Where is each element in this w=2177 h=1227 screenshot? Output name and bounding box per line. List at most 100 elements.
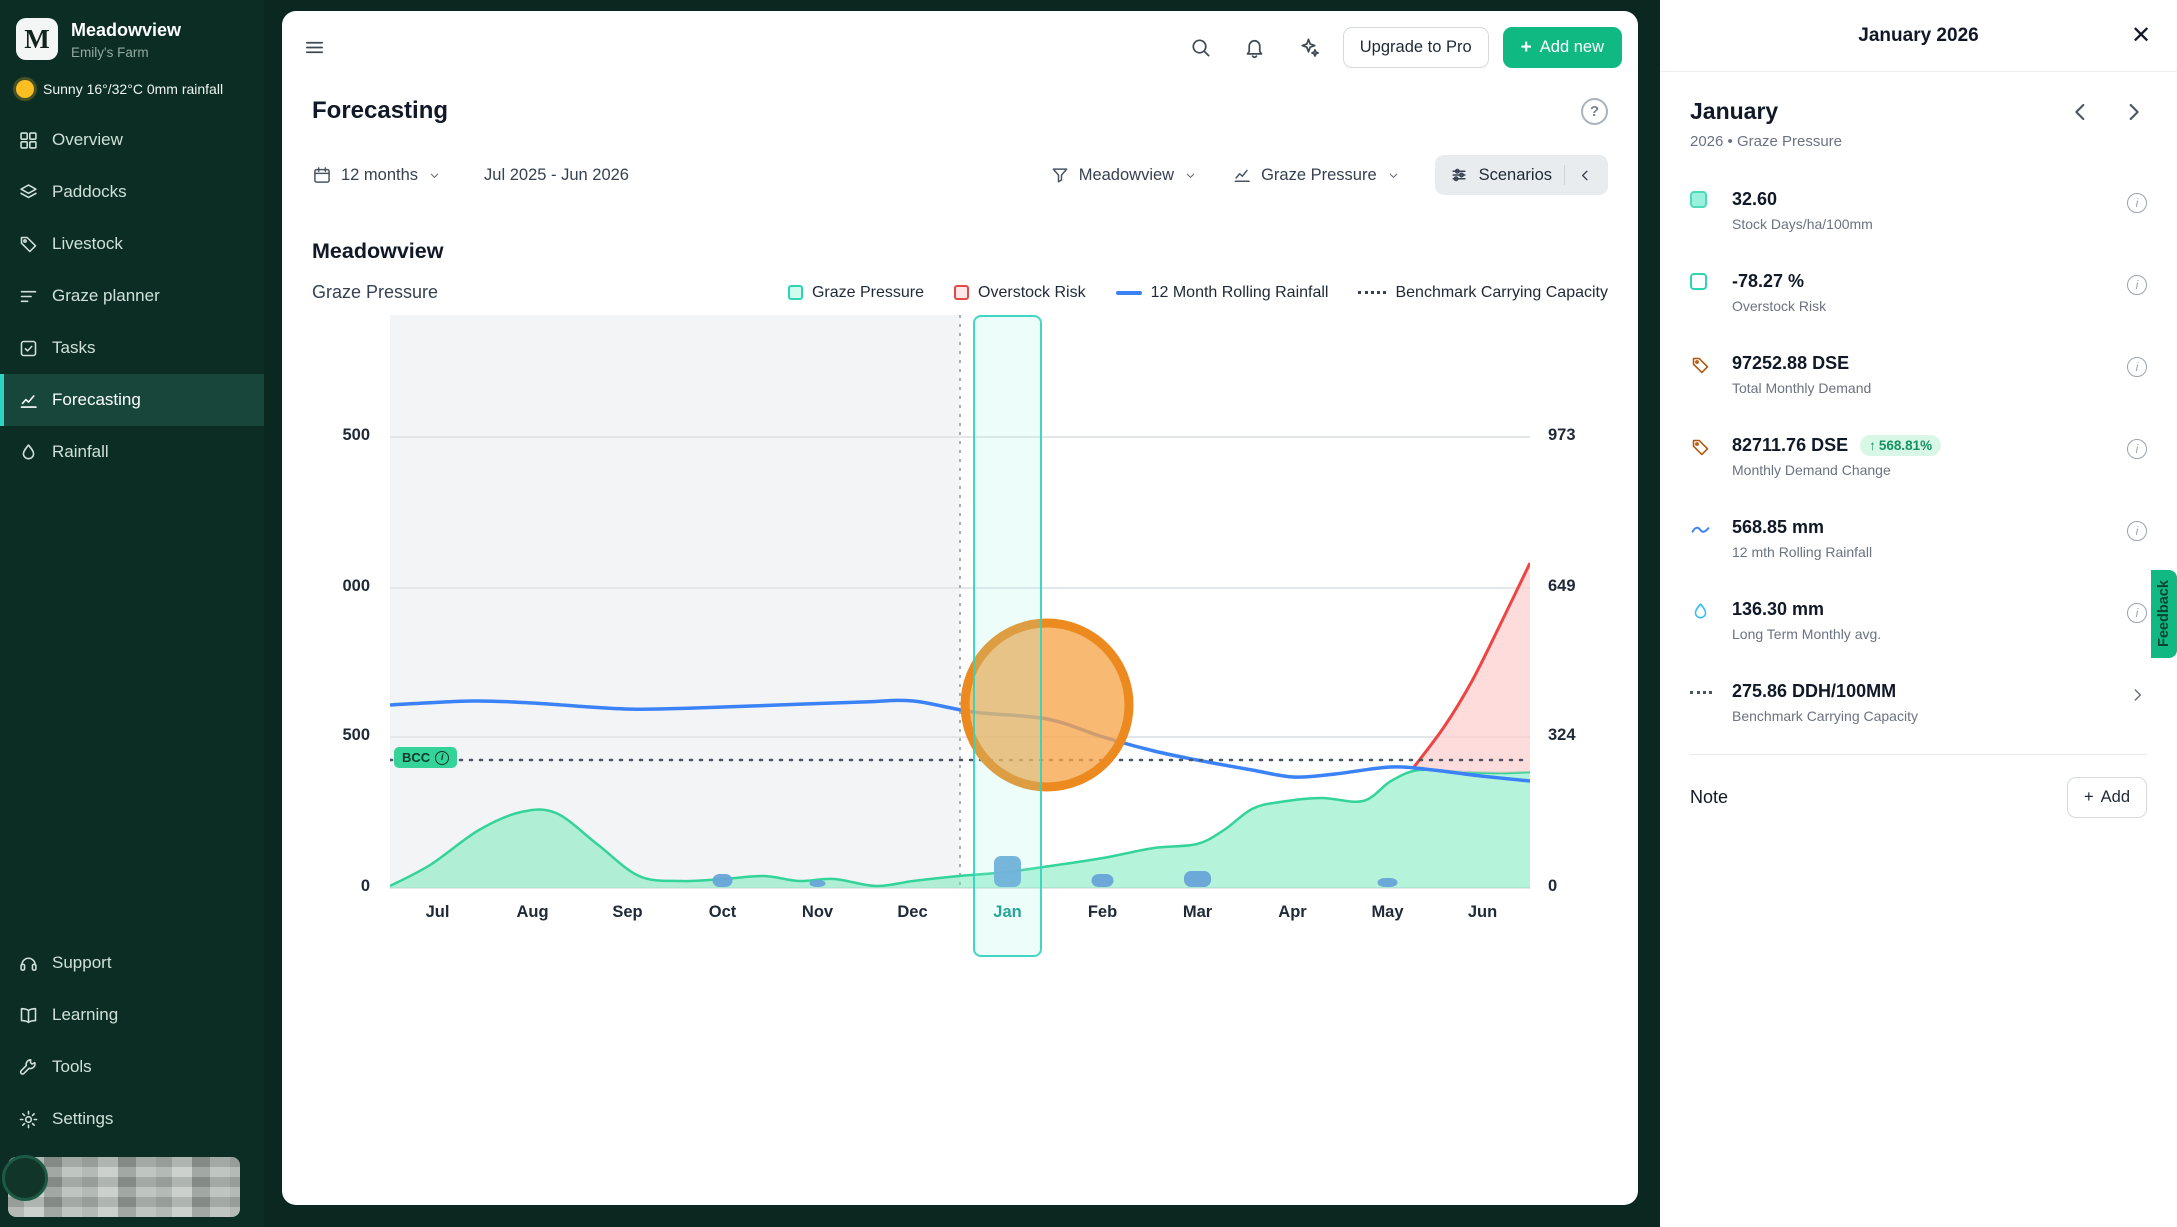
- farm-select-label: Meadowview: [1079, 166, 1174, 185]
- add-new-button[interactable]: +Add new: [1503, 27, 1622, 68]
- stat-value: 32.60: [1732, 189, 1777, 210]
- sidebar-item-settings[interactable]: Settings: [0, 1093, 264, 1145]
- divider: [1564, 165, 1565, 185]
- legend-item[interactable]: 12 Month Rolling Rainfall: [1116, 284, 1329, 302]
- panel-subtitle: 2026 • Graze Pressure: [1690, 133, 2147, 150]
- legend-label: Graze Pressure: [812, 284, 924, 302]
- detail-panel: January 2026 ✕ January 2026 • Graze Pres…: [1660, 0, 2177, 1227]
- add-note-button[interactable]: +Add: [2067, 777, 2147, 818]
- bell-icon: [1243, 36, 1266, 59]
- teal-swatch-outline-icon: [1690, 273, 1714, 290]
- search-button[interactable]: [1181, 27, 1221, 67]
- legend-item[interactable]: Graze Pressure: [788, 284, 924, 302]
- stat-row: 275.86 DDH/100MM Benchmark Carrying Capac…: [1690, 666, 2147, 748]
- month-label-sep: Sep: [580, 903, 675, 922]
- sidebar-item-paddocks[interactable]: Paddocks: [0, 166, 264, 218]
- month-label-apr: Apr: [1245, 903, 1340, 922]
- stat-value: -78.27 %: [1732, 271, 1804, 292]
- menu-toggle-button[interactable]: [294, 27, 334, 67]
- chevron-right-icon[interactable]: [2127, 685, 2147, 705]
- y-axis-right-tick: 324: [1548, 726, 1610, 745]
- ai-assistant-button[interactable]: [1289, 27, 1329, 67]
- panel-header-title: January 2026: [1858, 25, 1978, 47]
- legend-item[interactable]: Overstock Risk: [954, 284, 1086, 302]
- prev-month-button[interactable]: [2067, 98, 2095, 126]
- legend-item[interactable]: Benchmark Carrying Capacity: [1358, 284, 1608, 302]
- filter-bar: 12 months Jul 2025 - Jun 2026 Meadowview…: [282, 125, 1638, 195]
- chart-area: JulAugSepOctNovDecJanFebMarAprMayJun BCC…: [282, 315, 1638, 975]
- farm-select[interactable]: Meadowview: [1050, 165, 1198, 185]
- sidebar-item-learning[interactable]: Learning: [0, 989, 264, 1041]
- stat-row: -78.27 %Overstock Riski: [1690, 256, 2147, 338]
- legend-label: 12 Month Rolling Rainfall: [1151, 284, 1329, 302]
- sidebar-item-support[interactable]: Support: [0, 937, 264, 989]
- stat-label: Benchmark Carrying Capacity: [1732, 708, 1918, 724]
- sidebar: M Meadowview Emily's Farm Sunny 16°/32°C…: [0, 0, 264, 1227]
- chart-subtitle: Graze Pressure: [312, 282, 438, 303]
- stat-value: 275.86 DDH/100MM: [1732, 681, 1896, 702]
- month-label-oct: Oct: [675, 903, 770, 922]
- teal-swatch-filled-icon: [1690, 191, 1714, 208]
- sidebar-item-label: Livestock: [52, 234, 123, 254]
- dotted-line-icon: [1690, 683, 1714, 694]
- scenarios-label: Scenarios: [1479, 166, 1552, 185]
- info-icon[interactable]: i: [2127, 439, 2147, 459]
- tag-icon: [18, 234, 39, 255]
- weather-status: Sunny 16°/32°C 0mm rainfall: [0, 66, 264, 114]
- stats-list: 32.60Stock Days/ha/100mmi-78.27 %Oversto…: [1690, 174, 2147, 748]
- sidebar-item-livestock[interactable]: Livestock: [0, 218, 264, 270]
- info-icon[interactable]: i: [2127, 521, 2147, 541]
- info-icon[interactable]: i: [2127, 603, 2147, 623]
- sidebar-item-label: Rainfall: [52, 442, 109, 462]
- collapse-panel-icon[interactable]: [1577, 167, 1594, 184]
- upgrade-button[interactable]: Upgrade to Pro: [1343, 27, 1489, 68]
- sidebar-item-graze-planner[interactable]: Graze planner: [0, 270, 264, 322]
- info-icon[interactable]: i: [2127, 193, 2147, 213]
- metric-select[interactable]: Graze Pressure: [1232, 165, 1401, 185]
- rainfall-bar: [1378, 878, 1398, 887]
- help-icon[interactable]: ?: [1581, 98, 1608, 125]
- next-month-button[interactable]: [2119, 98, 2147, 126]
- range-label: 12 months: [341, 166, 418, 185]
- sidebar-item-tools[interactable]: Tools: [0, 1041, 264, 1093]
- scenarios-button[interactable]: Scenarios: [1435, 155, 1608, 195]
- chevron-down-icon: [427, 168, 442, 183]
- sidebar-item-forecasting[interactable]: Forecasting: [0, 374, 264, 426]
- list-icon: [18, 286, 39, 307]
- benchmark-badge[interactable]: BCC i: [394, 747, 457, 768]
- upgrade-label: Upgrade to Pro: [1360, 38, 1472, 57]
- info-icon[interactable]: i: [2127, 275, 2147, 295]
- main-content: Upgrade to Pro +Add new Forecasting ? 12…: [282, 11, 1638, 1205]
- range-select[interactable]: 12 months: [312, 165, 442, 185]
- sidebar-item-tasks[interactable]: Tasks: [0, 322, 264, 374]
- gear-icon: [18, 1109, 39, 1130]
- wrench-icon: [18, 1057, 39, 1078]
- sidebar-item-rainfall[interactable]: Rainfall: [0, 426, 264, 478]
- app-root: M Meadowview Emily's Farm Sunny 16°/32°C…: [0, 0, 2177, 1227]
- book-icon: [18, 1005, 39, 1026]
- stat-label: Stock Days/ha/100mm: [1732, 216, 1873, 232]
- close-icon[interactable]: ✕: [2125, 20, 2157, 52]
- droplet-icon: [18, 442, 39, 463]
- weather-text: Sunny 16°/32°C 0mm rainfall: [43, 81, 223, 97]
- info-icon[interactable]: i: [2127, 357, 2147, 377]
- month-label-nov: Nov: [770, 903, 865, 922]
- headset-icon: [18, 953, 39, 974]
- feedback-tab[interactable]: Feedback: [2151, 570, 2177, 658]
- arrow-up-icon: ↑: [1869, 438, 1876, 453]
- notifications-button[interactable]: [1235, 27, 1275, 67]
- calendar-icon: [312, 165, 332, 185]
- x-axis-months: JulAugSepOctNovDecJanFebMarAprMayJun: [390, 903, 1530, 922]
- avatar[interactable]: [2, 1155, 48, 1201]
- overstock-risk-area: [1414, 563, 1530, 773]
- sidebar-item-overview[interactable]: Overview: [0, 114, 264, 166]
- tasks-icon: [18, 338, 39, 359]
- stat-label: Total Monthly Demand: [1732, 380, 1871, 396]
- date-range[interactable]: Jul 2025 - Jun 2026: [484, 166, 629, 185]
- brand-name: Meadowview: [71, 20, 181, 41]
- info-icon[interactable]: i: [435, 751, 449, 765]
- forecast-chart[interactable]: [390, 315, 1530, 893]
- note-label: Note: [1690, 787, 1728, 808]
- user-profile-blurred[interactable]: [8, 1157, 240, 1217]
- stat-value: 136.30 mm: [1732, 599, 1824, 620]
